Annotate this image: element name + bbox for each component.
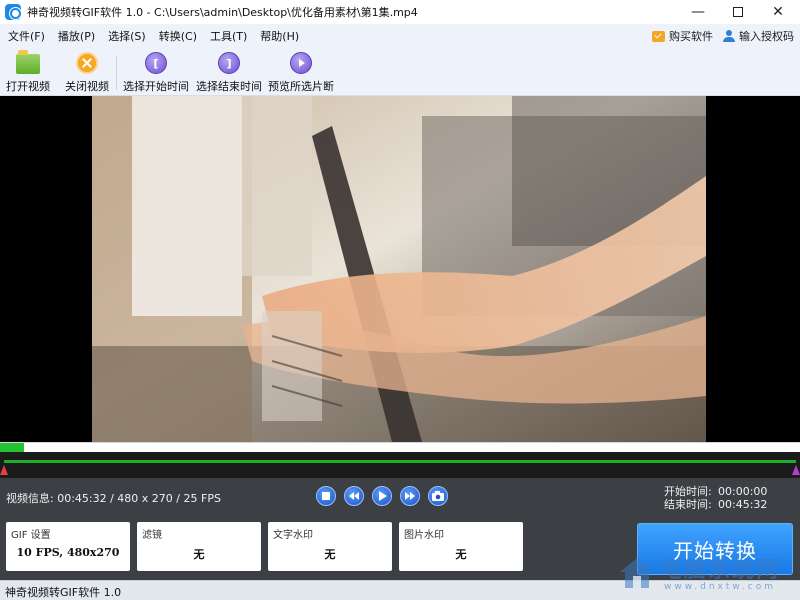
menu-file[interactable]: 文件(F) xyxy=(7,28,46,44)
filter-card[interactable]: 滤镜 无 xyxy=(137,522,261,571)
playback-controls xyxy=(316,486,456,506)
selection-range-bar[interactable] xyxy=(0,452,800,478)
buy-software-label: 购买软件 xyxy=(669,30,713,43)
menu-select[interactable]: 选择(S) xyxy=(107,28,147,44)
image-watermark-card[interactable]: 图片水印 无 xyxy=(399,522,523,571)
snapshot-button[interactable] xyxy=(428,486,448,506)
app-window: 神奇视频转GIF软件 1.0 - C:\Users\admin\Desktop\… xyxy=(0,0,800,600)
gif-settings-title: GIF 设置 xyxy=(11,530,51,541)
text-watermark-card[interactable]: 文字水印 无 xyxy=(268,522,392,571)
toolbar-divider xyxy=(116,56,117,90)
title-bar: 神奇视频转GIF软件 1.0 - C:\Users\admin\Desktop\… xyxy=(0,0,800,24)
video-frame-image xyxy=(92,96,706,442)
bracket-left-icon: [ xyxy=(145,52,167,74)
bracket-right-icon: ] xyxy=(218,52,240,74)
play-icon xyxy=(379,491,387,501)
open-video-button[interactable]: 打开视频 xyxy=(6,50,50,94)
menu-tools[interactable]: 工具(T) xyxy=(209,28,248,44)
gif-settings-card[interactable]: GIF 设置 10 FPS, 480x270 xyxy=(6,522,130,571)
text-watermark-value: 无 xyxy=(324,548,336,561)
house-logo-icon xyxy=(620,558,654,588)
enter-license-label: 输入授权码 xyxy=(739,30,794,43)
preview-play-icon xyxy=(290,52,312,74)
enter-license-link[interactable]: 输入授权码 xyxy=(723,28,794,44)
menu-convert[interactable]: 转换(C) xyxy=(158,28,198,44)
close-button[interactable]: ✕ xyxy=(758,0,798,24)
maximize-icon xyxy=(733,7,743,17)
minimize-icon: — xyxy=(691,4,705,20)
menu-play[interactable]: 播放(P) xyxy=(57,28,96,44)
buy-software-link[interactable]: 购买软件 xyxy=(652,28,713,44)
close-video-button[interactable]: 关闭视频 xyxy=(65,52,109,94)
watermark-name: 电脑系统网 xyxy=(660,558,781,583)
menu-right-group: 购买软件 输入授权码 xyxy=(642,24,794,48)
play-button[interactable] xyxy=(372,486,392,506)
end-time-label: 结束时间: xyxy=(664,498,712,511)
gif-settings-value: 10 FPS, 480x270 xyxy=(16,546,120,559)
selection-range-line xyxy=(4,460,796,463)
app-logo-icon xyxy=(5,4,21,20)
start-time-marker[interactable] xyxy=(0,465,8,475)
fast-forward-icon xyxy=(405,492,415,500)
playback-progress-bar[interactable] xyxy=(0,442,800,452)
rewind-icon xyxy=(349,492,359,500)
start-time-label: 开始时间: xyxy=(664,485,712,498)
video-preview-area[interactable] xyxy=(0,96,800,442)
stop-icon xyxy=(322,492,330,500)
filter-value: 无 xyxy=(193,548,205,561)
fast-forward-button[interactable] xyxy=(400,486,420,506)
text-watermark-title: 文字水印 xyxy=(273,530,313,541)
selection-time-block: 开始时间: 00:00:00 结束时间: 00:45:32 xyxy=(664,485,767,511)
end-time-marker[interactable] xyxy=(792,465,800,475)
rewind-button[interactable] xyxy=(344,486,364,506)
close-video-label: 关闭视频 xyxy=(65,80,109,93)
folder-open-icon xyxy=(16,50,40,74)
image-watermark-title: 图片水印 xyxy=(404,530,444,541)
end-time-row: 结束时间: 00:45:32 xyxy=(664,498,767,511)
select-end-time-label: 选择结束时间 xyxy=(196,80,262,93)
playback-progress-fill xyxy=(0,443,24,452)
user-icon xyxy=(723,30,735,42)
start-time-value: 00:00:00 xyxy=(718,485,768,498)
preview-selection-button[interactable]: 预览所选片断 xyxy=(268,52,334,94)
stop-button[interactable] xyxy=(316,486,336,506)
image-watermark-value: 无 xyxy=(455,548,467,561)
start-time-row: 开始时间: 00:00:00 xyxy=(664,485,767,498)
select-start-time-button[interactable]: [ 选择开始时间 xyxy=(123,52,189,94)
minimize-button[interactable]: — xyxy=(678,0,718,24)
preview-selection-label: 预览所选片断 xyxy=(268,80,334,93)
menu-bar: 文件(F) 播放(P) 选择(S) 转换(C) 工具(T) 帮助(H) 购买软件… xyxy=(0,24,800,48)
camera-icon xyxy=(432,491,444,501)
buy-icon xyxy=(652,30,665,42)
maximize-button[interactable] xyxy=(718,0,758,24)
filter-title: 滤镜 xyxy=(142,530,162,541)
end-time-value: 00:45:32 xyxy=(718,498,768,511)
watermark-url: www.dnxtw.com xyxy=(664,582,777,592)
close-icon: ✕ xyxy=(772,4,784,20)
select-end-time-button[interactable]: ] 选择结束时间 xyxy=(196,52,262,94)
bracket-right-glyph: ] xyxy=(226,56,232,70)
status-text: 神奇视频转GIF软件 1.0 xyxy=(5,586,122,599)
window-title: 神奇视频转GIF软件 1.0 - C:\Users\admin\Desktop\… xyxy=(27,6,418,19)
bracket-left-glyph: [ xyxy=(153,56,159,70)
video-frame xyxy=(92,96,706,442)
toolbar: 打开视频 关闭视频 [ 选择开始时间 ] 选择结束时间 预览所选片断 xyxy=(0,48,800,96)
video-info-text: 视频信息: 00:45:32 / 480 x 270 / 25 FPS xyxy=(6,492,221,505)
menu-help[interactable]: 帮助(H) xyxy=(259,28,300,44)
site-watermark: 电脑系统网 www.dnxtw.com xyxy=(612,548,800,600)
open-video-label: 打开视频 xyxy=(6,80,50,93)
close-video-icon xyxy=(76,52,98,74)
select-start-time-label: 选择开始时间 xyxy=(123,80,189,93)
